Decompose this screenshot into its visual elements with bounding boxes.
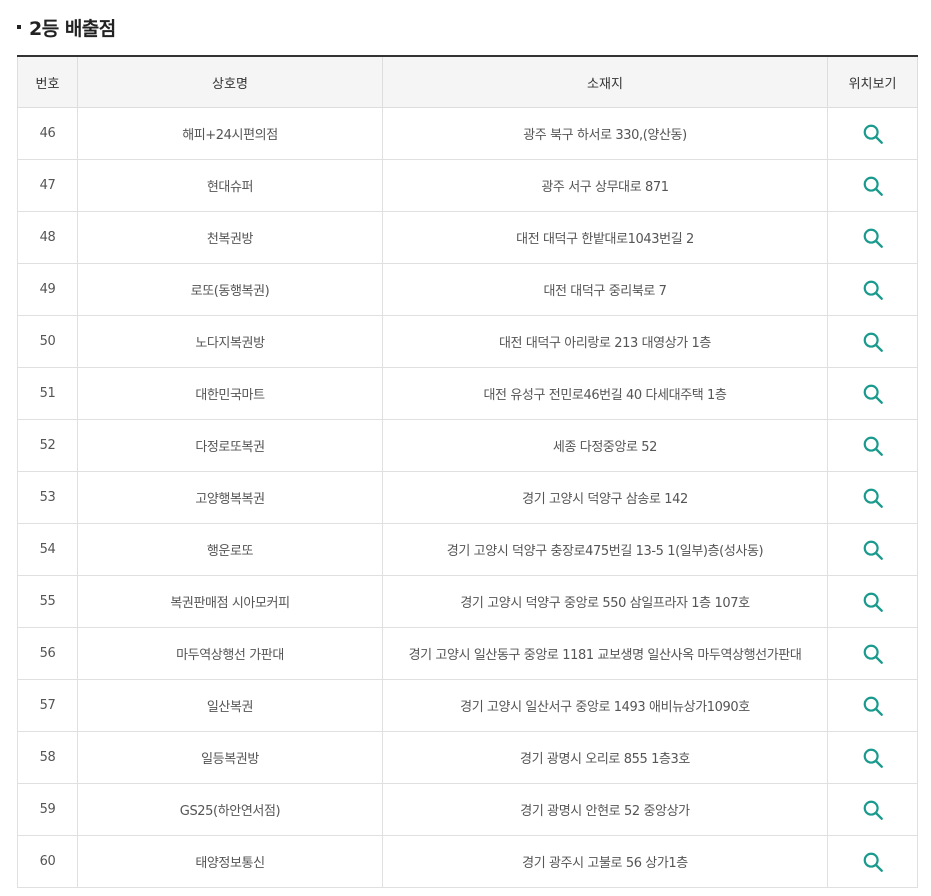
header-location: 위치보기 (827, 55, 918, 108)
table-row: 57 일산복권 경기 고양시 일산서구 중앙로 1493 애비뉴상가1090호 (17, 679, 918, 732)
row-number: 58 (17, 731, 78, 784)
store-address: 광주 서구 상무대로 871 (382, 159, 828, 212)
store-name: 로또(동행복권) (77, 263, 383, 316)
search-icon[interactable] (862, 331, 884, 353)
store-name: 마두역상행선 가판대 (77, 627, 383, 680)
view-location-button[interactable] (827, 471, 918, 524)
store-name: GS25(하안연서점) (77, 783, 383, 836)
store-address: 경기 고양시 덕양구 충장로475번길 13-5 1(일부)층(성사동) (382, 523, 828, 576)
store-name: 일산복권 (77, 679, 383, 732)
view-location-button[interactable] (827, 315, 918, 368)
search-icon[interactable] (862, 747, 884, 769)
row-number: 56 (17, 627, 78, 680)
table-row: 52 다정로또복권 세종 다정중앙로 52 (17, 419, 918, 472)
search-icon[interactable] (862, 435, 884, 457)
row-number: 48 (17, 211, 78, 264)
store-address: 세종 다정중앙로 52 (382, 419, 828, 472)
row-number: 59 (17, 783, 78, 836)
table-row: 50 노다지복권방 대전 대덕구 아리랑로 213 대영상가 1층 (17, 315, 918, 368)
search-icon[interactable] (862, 123, 884, 145)
view-location-button[interactable] (827, 107, 918, 160)
table-row: 60 태양정보통신 경기 광주시 고불로 56 상가1층 (17, 835, 918, 888)
table-row: 47 현대슈퍼 광주 서구 상무대로 871 (17, 159, 918, 212)
table-row: 49 로또(동행복권) 대전 대덕구 중리북로 7 (17, 263, 918, 316)
store-name: 천복권방 (77, 211, 383, 264)
store-name: 다정로또복권 (77, 419, 383, 472)
search-icon[interactable] (862, 539, 884, 561)
view-location-button[interactable] (827, 159, 918, 212)
store-address: 광주 북구 하서로 330,(양산동) (382, 107, 828, 160)
view-location-button[interactable] (827, 575, 918, 628)
table-row: 54 행운로또 경기 고양시 덕양구 충장로475번길 13-5 1(일부)층(성사… (17, 523, 918, 576)
store-name: 해피+24시편의점 (77, 107, 383, 160)
row-number: 53 (17, 471, 78, 524)
search-icon[interactable] (862, 695, 884, 717)
store-name: 노다지복권방 (77, 315, 383, 368)
view-location-button[interactable] (827, 419, 918, 472)
view-location-button[interactable] (827, 523, 918, 576)
table-row: 48 천복권방 대전 대덕구 한밭대로1043번길 2 (17, 211, 918, 264)
store-address: 경기 고양시 덕양구 중앙로 550 삼일프라자 1층 107호 (382, 575, 828, 628)
store-name: 태양정보통신 (77, 835, 383, 888)
row-number: 60 (17, 835, 78, 888)
row-number: 55 (17, 575, 78, 628)
store-address: 대전 대덕구 아리랑로 213 대영상가 1층 (382, 315, 828, 368)
table-header-row: 번호 상호명 소재지 위치보기 (17, 55, 918, 108)
table-row: 58 일등복권방 경기 광명시 오리로 855 1층3호 (17, 731, 918, 784)
table-row: 51 대한민국마트 대전 유성구 전민로46번길 40 다세대주택 1층 (17, 367, 918, 420)
section-title: 2등 배출점 (29, 17, 116, 40)
header-no: 번호 (17, 55, 78, 108)
search-icon[interactable] (862, 591, 884, 613)
store-address: 대전 대덕구 한밭대로1043번길 2 (382, 211, 828, 264)
row-number: 57 (17, 679, 78, 732)
store-address: 경기 고양시 일산동구 중앙로 1181 교보생명 일산사옥 마두역상행선가판대 (382, 627, 828, 680)
table-row: 46 해피+24시편의점 광주 북구 하서로 330,(양산동) (17, 107, 918, 160)
store-name: 고양행복복권 (77, 471, 383, 524)
store-address: 경기 광주시 고불로 56 상가1층 (382, 835, 828, 888)
store-name: 일등복권방 (77, 731, 383, 784)
view-location-button[interactable] (827, 211, 918, 264)
section-header: 2등 배출점 (17, 12, 116, 42)
row-number: 49 (17, 263, 78, 316)
store-name: 행운로또 (77, 523, 383, 576)
search-icon[interactable] (862, 279, 884, 301)
row-number: 47 (17, 159, 78, 212)
view-location-button[interactable] (827, 783, 918, 836)
search-icon[interactable] (862, 227, 884, 249)
store-address: 경기 고양시 일산서구 중앙로 1493 애비뉴상가1090호 (382, 679, 828, 732)
outlets-table: 번호 상호명 소재지 위치보기 46 해피+24시편의점 광주 북구 하서로 330… (17, 55, 918, 888)
store-name: 대한민국마트 (77, 367, 383, 420)
store-address: 대전 유성구 전민로46번길 40 다세대주택 1층 (382, 367, 828, 420)
row-number: 50 (17, 315, 78, 368)
store-address: 경기 고양시 덕양구 삼송로 142 (382, 471, 828, 524)
row-number: 51 (17, 367, 78, 420)
search-icon[interactable] (862, 851, 884, 873)
row-number: 54 (17, 523, 78, 576)
view-location-button[interactable] (827, 835, 918, 888)
view-location-button[interactable] (827, 627, 918, 680)
table-row: 53 고양행복복권 경기 고양시 덕양구 삼송로 142 (17, 471, 918, 524)
store-address: 경기 광명시 오리로 855 1층3호 (382, 731, 828, 784)
table-row: 55 복권판매점 시아모커피 경기 고양시 덕양구 중앙로 550 삼일프라자 1층… (17, 575, 918, 628)
store-name: 복권판매점 시아모커피 (77, 575, 383, 628)
row-number: 52 (17, 419, 78, 472)
bullet-icon (17, 25, 21, 29)
header-name: 상호명 (77, 55, 383, 108)
store-name: 현대슈퍼 (77, 159, 383, 212)
view-location-button[interactable] (827, 679, 918, 732)
header-address: 소재지 (382, 55, 828, 108)
search-icon[interactable] (862, 799, 884, 821)
row-number: 46 (17, 107, 78, 160)
view-location-button[interactable] (827, 367, 918, 420)
search-icon[interactable] (862, 383, 884, 405)
view-location-button[interactable] (827, 731, 918, 784)
search-icon[interactable] (862, 487, 884, 509)
table-row: 59 GS25(하안연서점) 경기 광명시 안현로 52 중앙상가 (17, 783, 918, 836)
store-address: 경기 광명시 안현로 52 중앙상가 (382, 783, 828, 836)
search-icon[interactable] (862, 643, 884, 665)
search-icon[interactable] (862, 175, 884, 197)
table-row: 56 마두역상행선 가판대 경기 고양시 일산동구 중앙로 1181 교보생명 일산… (17, 627, 918, 680)
view-location-button[interactable] (827, 263, 918, 316)
store-address: 대전 대덕구 중리북로 7 (382, 263, 828, 316)
